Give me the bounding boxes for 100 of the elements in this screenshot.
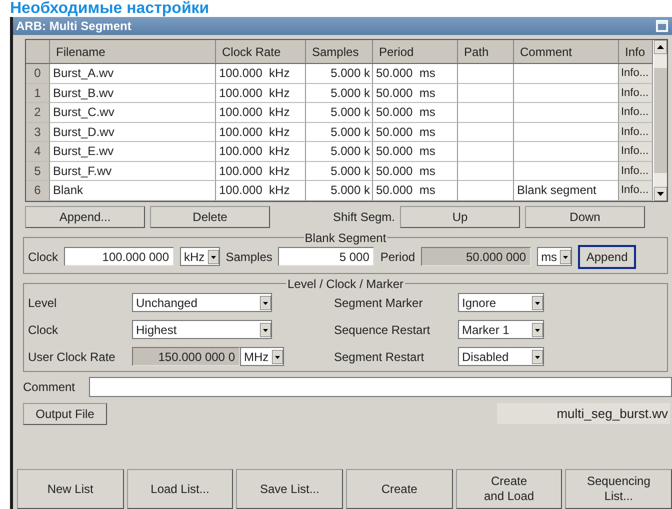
column-header[interactable]: Period xyxy=(373,40,458,64)
info-link[interactable]: Info... xyxy=(619,84,653,103)
info-link[interactable]: Info... xyxy=(619,162,653,181)
table-cell: Blank xyxy=(50,181,216,200)
column-header[interactable]: Clock Rate xyxy=(216,40,306,64)
page-heading: Необходимые настройки xyxy=(9,0,210,17)
table-cell: 50.000 ms xyxy=(373,122,458,142)
table-cell: 5.000 k xyxy=(306,162,373,181)
field-label: Period xyxy=(380,250,416,264)
info-link[interactable]: Info... xyxy=(619,181,653,200)
row-number: 0 xyxy=(26,64,50,84)
comment-field[interactable] xyxy=(89,376,672,396)
field-label: Sequence Restart xyxy=(333,322,432,336)
dropdown-icon xyxy=(560,250,572,264)
table-cell: 100.000 kHz xyxy=(216,162,306,181)
table-cell xyxy=(458,142,514,162)
field-label: Segment Restart xyxy=(333,350,426,364)
table-cell: 100.000 kHz xyxy=(216,122,306,142)
toolbar-button[interactable]: Load List... xyxy=(126,469,234,509)
table-cell: 5.000 k xyxy=(306,181,373,200)
table-cell: 50.000 ms xyxy=(373,142,458,162)
group-title: Blank Segment xyxy=(304,230,388,244)
dropdown-icon xyxy=(260,322,271,336)
toolbar-button[interactable]: Create xyxy=(346,469,453,509)
maximize-icon[interactable] xyxy=(656,20,668,32)
field-label: Comment xyxy=(23,380,76,394)
dropdown-icon xyxy=(532,350,543,364)
info-link[interactable]: Info... xyxy=(619,64,653,84)
column-header[interactable]: Info xyxy=(619,40,653,64)
table-cell: 50.000 ms xyxy=(373,64,458,84)
scroll-up-icon[interactable] xyxy=(654,40,667,54)
field-label: Segment Marker xyxy=(333,296,424,310)
unit-dropdown[interactable]: kHz xyxy=(180,247,220,266)
output-file-button[interactable]: Output File xyxy=(23,402,107,424)
row-number: 3 xyxy=(26,122,50,142)
field-label: Level xyxy=(28,296,58,310)
table-cell: Burst_A.wv xyxy=(50,64,216,84)
row-number: 6 xyxy=(26,181,50,200)
dropdown-icon xyxy=(272,350,283,364)
dropdown-icon xyxy=(532,296,543,310)
down-button[interactable]: Down xyxy=(525,206,645,228)
shift-label: Shift Segm. xyxy=(332,208,395,226)
table-cell: 5.000 k xyxy=(306,84,373,103)
field-label: Samples xyxy=(226,250,272,264)
table-cell: 100.000 kHz xyxy=(216,64,306,84)
toolbar-button[interactable]: Create and Load xyxy=(456,469,562,509)
field-label: Clock xyxy=(28,250,58,264)
delete-button[interactable]: Delete xyxy=(150,206,270,228)
toolbar-button[interactable]: New List xyxy=(17,469,124,509)
dropdown[interactable]: Disabled xyxy=(458,347,544,366)
table-cell: 100.000 kHz xyxy=(216,84,306,103)
group-title: Level / Clock / Marker xyxy=(286,276,405,290)
table-cell xyxy=(458,162,514,181)
up-button[interactable]: Up xyxy=(400,206,520,228)
row-number: 2 xyxy=(26,103,50,122)
column-header[interactable]: Samples xyxy=(306,40,373,64)
table-cell xyxy=(458,122,514,142)
dropdown-icon xyxy=(532,322,543,336)
output-file-name: multi_seg_burst.wv xyxy=(496,403,670,424)
info-link[interactable]: Info... xyxy=(619,122,653,142)
append-button[interactable]: Append xyxy=(578,244,636,268)
table-cell: 5.000 k xyxy=(306,122,373,142)
dropdown[interactable]: Marker 1 xyxy=(458,320,544,339)
column-header[interactable]: Comment xyxy=(514,40,619,64)
dropdown[interactable]: Unchanged xyxy=(132,293,272,312)
info-link[interactable]: Info... xyxy=(619,142,653,162)
table-cell: 100.000 kHz xyxy=(216,142,306,162)
table-cell: 5.000 k xyxy=(306,103,373,122)
table-cell: 50.000 ms xyxy=(373,181,458,200)
table-cell: 100.000 kHz xyxy=(216,103,306,122)
field-label: User Clock Rate xyxy=(28,350,116,364)
table-cell xyxy=(458,103,514,122)
scroll-down-icon[interactable] xyxy=(654,186,667,200)
table-cell xyxy=(458,84,514,103)
table-cell: 5.000 k xyxy=(306,64,373,84)
table-cell: Burst_C.wv xyxy=(50,103,216,122)
dropdown[interactable]: Ignore xyxy=(458,293,544,312)
dropdown-icon xyxy=(260,296,271,310)
dropdown-icon xyxy=(208,250,219,264)
row-number: 5 xyxy=(26,162,50,181)
clock-field[interactable]: 100.000 000 xyxy=(64,247,174,266)
row-number: 1 xyxy=(26,84,50,103)
samples-field[interactable]: 5 000 xyxy=(278,247,374,266)
table-cell: 100.000 kHz xyxy=(216,181,306,200)
header-cell xyxy=(26,40,50,64)
column-header[interactable]: Path xyxy=(458,40,514,64)
table-cell xyxy=(458,181,514,200)
dropdown[interactable]: Highest xyxy=(132,320,272,339)
table-cell: 50.000 ms xyxy=(373,84,458,103)
table-cell: 50.000 ms xyxy=(373,103,458,122)
info-link[interactable]: Info... xyxy=(619,103,653,122)
toolbar-button[interactable]: Sequencing List... xyxy=(565,469,672,509)
append-button[interactable]: Append... xyxy=(25,206,145,228)
table-cell: 5.000 k xyxy=(306,142,373,162)
table-cell: Burst_B.wv xyxy=(50,84,216,103)
table-cell: Burst_E.wv xyxy=(50,142,216,162)
column-header[interactable]: Filename xyxy=(50,40,216,64)
scrollbar[interactable] xyxy=(654,40,667,200)
toolbar-button[interactable]: Save List... xyxy=(236,469,344,509)
field-label: Clock xyxy=(28,322,60,336)
